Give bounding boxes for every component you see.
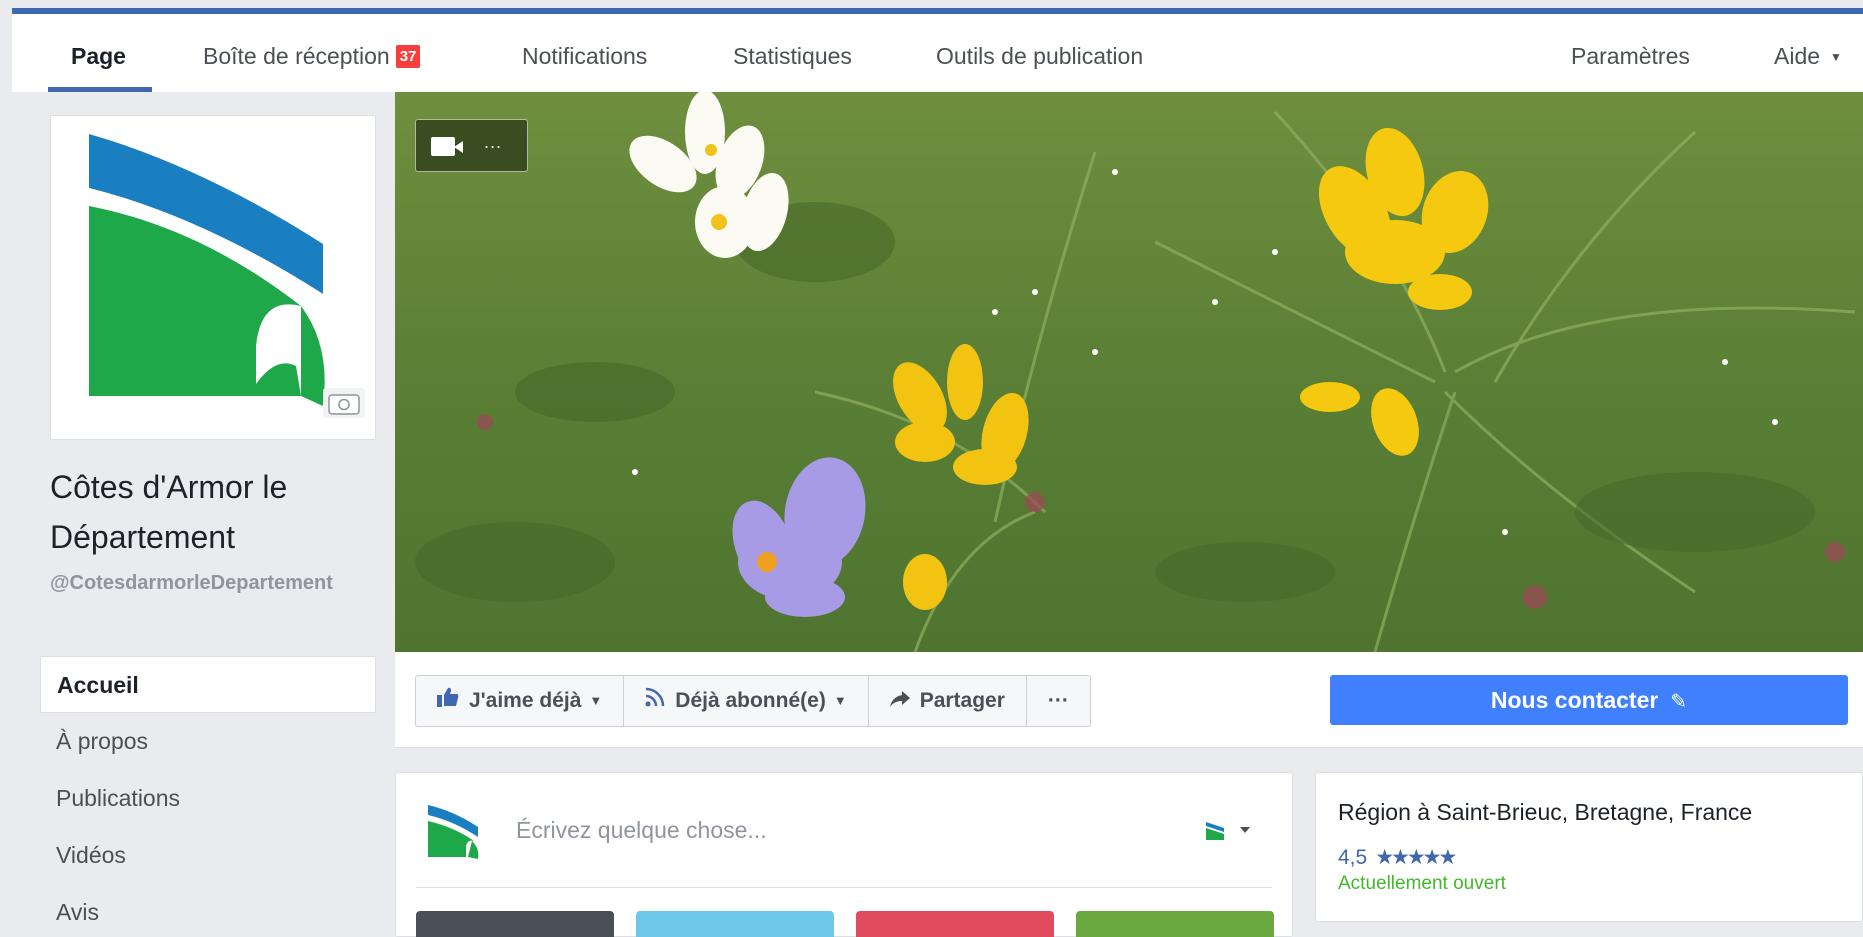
profile-picture[interactable] — [50, 115, 376, 440]
post-composer: Écrivez quelque chose... — [395, 772, 1293, 937]
post-as-selector[interactable] — [1204, 818, 1259, 842]
page-rating[interactable]: 4,5 ★★★★★ — [1338, 845, 1457, 870]
sidebar-item-label: Publications — [56, 785, 181, 811]
tab-notifications[interactable]: Notifications — [522, 43, 647, 70]
sidebar-item-label: Accueil — [57, 672, 139, 698]
page-title[interactable]: Côtes d'Armor le Département — [50, 462, 376, 562]
more-options-button[interactable]: ··· — [1027, 676, 1090, 726]
sidebar-nav: Accueil À propos Publications Vidéos Avi… — [40, 656, 376, 937]
chevron-down-icon: ▼ — [833, 693, 847, 708]
contact-us-button[interactable]: Nous contacter ✎ — [1330, 675, 1848, 725]
sidebar-item-posts[interactable]: Publications — [40, 770, 376, 827]
tab-publishing-tools-label: Outils de publication — [936, 43, 1144, 69]
page-buttons-group: J'aime déjà ▼ Déjà abonné(e) ▼ Partager … — [415, 675, 1091, 727]
page-info-box: Région à Saint-Brieuc, Bretagne, France … — [1315, 772, 1863, 922]
sidebar-item-label: Vidéos — [56, 842, 126, 868]
tab-statistics[interactable]: Statistiques — [733, 43, 852, 70]
video-cover-button[interactable]: ... — [415, 119, 528, 172]
like-button-label: J'aime déjà — [469, 689, 582, 712]
tab-inbox-label: Boîte de réception — [203, 43, 390, 69]
share-arrow-icon — [889, 676, 910, 726]
tab-page[interactable]: Page — [71, 43, 126, 70]
tab-publishing-tools[interactable]: Outils de publication — [936, 43, 1143, 70]
composer-input[interactable]: Écrivez quelque chose... — [516, 817, 767, 844]
tab-page-label: Page — [71, 43, 126, 69]
rating-value: 4,5 — [1338, 846, 1368, 869]
pencil-icon: ✎ — [1670, 691, 1688, 713]
settings-link[interactable]: Paramètres — [1571, 43, 1690, 70]
tab-inbox[interactable]: Boîte de réception 37 — [203, 43, 421, 70]
composer-tile-event[interactable] — [856, 911, 1054, 937]
tab-notifications-label: Notifications — [522, 43, 648, 69]
composer-tile-job[interactable] — [1076, 911, 1274, 937]
like-button[interactable]: J'aime déjà ▼ — [416, 676, 625, 726]
cover-photo[interactable]: ... — [395, 92, 1863, 652]
page-handle[interactable]: @CotesdarmorleDepartement — [50, 570, 376, 597]
follow-button-label: Déjà abonné(e) — [675, 689, 826, 712]
chevron-down-icon: ▼ — [589, 693, 603, 708]
sidebar-item-about[interactable]: À propos — [40, 713, 376, 770]
help-menu[interactable]: Aide ▼ — [1774, 43, 1842, 70]
share-button-label: Partager — [919, 689, 1005, 712]
page-nav-bar: Page Boîte de réception 37 Notifications … — [12, 14, 1863, 92]
contact-us-label: Nous contacter — [1490, 687, 1659, 713]
page-category-location: Région à Saint-Brieuc, Bretagne, France — [1338, 799, 1753, 825]
sidebar-item-label: Avis — [56, 899, 100, 925]
more-options-label: ··· — [1047, 689, 1069, 712]
composer-tile-photo[interactable] — [416, 911, 614, 937]
star-icon: ★★★★★ — [1375, 846, 1457, 869]
composer-avatar — [428, 805, 479, 859]
camera-icon[interactable] — [323, 388, 365, 418]
sidebar-item-home[interactable]: Accueil — [40, 656, 376, 713]
rss-icon — [645, 676, 665, 726]
composer-divider — [416, 887, 1272, 888]
sidebar-item-label: À propos — [56, 728, 149, 754]
sidebar-item-videos[interactable]: Vidéos — [40, 827, 376, 884]
top-strip — [0, 0, 1863, 14]
inbox-count-badge: 37 — [395, 45, 421, 68]
settings-label: Paramètres — [1571, 43, 1690, 69]
composer-tile-offer[interactable] — [636, 911, 834, 937]
active-tab-underline — [48, 87, 152, 92]
page-action-bar: J'aime déjà ▼ Déjà abonné(e) ▼ Partager … — [395, 652, 1863, 748]
open-status: Actuellement ouvert — [1338, 873, 1506, 894]
help-label: Aide — [1774, 43, 1821, 69]
video-button-dots: ... — [484, 132, 503, 152]
sidebar-item-reviews[interactable]: Avis — [40, 884, 376, 937]
video-camera-icon — [431, 137, 463, 156]
chevron-down-icon: ▼ — [1830, 50, 1842, 64]
cover-photo-image — [395, 92, 1863, 652]
follow-button[interactable]: Déjà abonné(e) ▼ — [624, 676, 869, 726]
thumbs-up-icon — [437, 676, 459, 726]
tab-statistics-label: Statistiques — [733, 43, 852, 69]
share-button[interactable]: Partager — [869, 676, 1027, 726]
